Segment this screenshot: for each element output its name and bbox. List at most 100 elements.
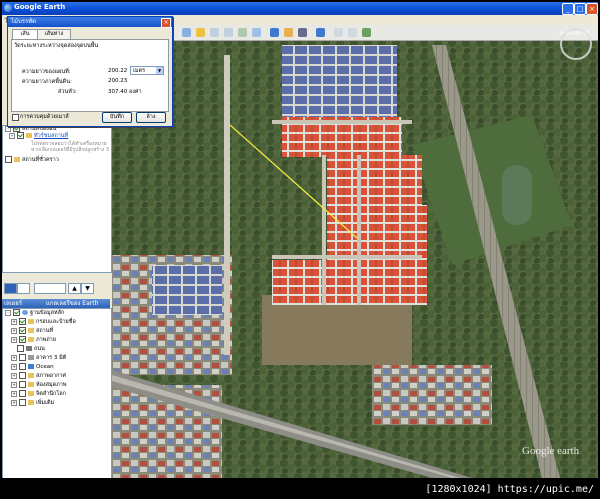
checkbox-icon[interactable] [17,132,24,139]
navigation-compass-icon[interactable] [560,28,592,60]
folder-icon [28,337,34,342]
expand-icon[interactable]: + [11,336,17,343]
image-overlay-icon[interactable] [238,28,247,37]
layer-row[interactable]: + อาคาร 3 มิติ [11,354,66,362]
checkbox-icon[interactable] [13,309,20,316]
resolution-watermark: [1280x1024] https://upic.me/ [0,480,600,499]
move-up-icon[interactable]: ▲ [68,283,81,294]
checkbox-icon[interactable] [19,354,26,361]
path-icon[interactable] [224,28,233,37]
ground-length-label: ความยาวภาคพื้นดิน: [22,79,72,85]
search-panel-icon[interactable] [4,283,17,294]
expand-icon[interactable]: + [11,327,17,334]
expand-icon[interactable]: + [11,372,17,379]
expand-icon[interactable]: + [9,132,15,139]
map-view[interactable] [112,25,598,478]
mouse-navigation-label: การควบคุมด้วยเมาส์ [20,114,69,120]
checkbox-icon[interactable] [19,381,26,388]
checkbox-icon[interactable] [19,318,26,325]
layer-row[interactable]: + ห้องสมุดภาพ [11,381,67,389]
close-window-button[interactable]: × [586,3,598,15]
checkbox-icon[interactable] [19,399,26,406]
unit-select-value: เมตร [133,68,146,74]
view-in-maps-icon[interactable] [362,28,371,37]
checkbox-icon[interactable] [17,345,24,352]
folder-icon [28,391,34,396]
window-title: Google Earth [14,3,66,11]
expand-icon[interactable]: + [11,390,17,397]
sun-icon[interactable] [284,28,293,37]
mouse-navigation-checkbox[interactable] [12,114,19,121]
layer-label: อาคาร 3 มิติ [36,355,67,361]
unit-select[interactable]: เมตร ▼ [130,66,164,75]
polygon-icon[interactable] [210,28,219,37]
layer-row[interactable]: + ภาพถ่าย [11,336,56,344]
checkbox-icon[interactable] [19,390,26,397]
layer-label: ฐานข้อมูลหลัก [30,310,65,316]
layer-row[interactable]: ถนน [17,345,45,353]
ruler-description: วัดระยะทางระหว่างจุดสองจุดบนพื้น [14,43,99,49]
layer-row[interactable]: + จิตสำนึกโลก [11,390,66,398]
ruler-dialog-title: ไม้บรรทัด [8,17,172,27]
layer-row[interactable]: + สภาพอากาศ [11,372,66,380]
email-icon[interactable] [334,28,343,37]
layer-row[interactable]: - ฐานข้อมูลหลัก [5,309,64,317]
layer-label: จิตสำนึกโลก [36,391,66,397]
globe-icon [22,310,28,315]
satellite-imagery[interactable] [112,25,598,478]
record-tour-icon[interactable] [252,28,261,37]
layers-tab-label[interactable]: เลเยอร์ [4,300,22,307]
places-label: ทัวร์ชมสถานที่ [34,133,69,139]
google-earth-window: Google Earth _ □ × ไฟ -สถานที่ของฉัน +ทั… [2,2,598,478]
hide-sidebar-icon[interactable] [182,28,191,37]
expand-icon[interactable]: + [11,363,17,370]
layer-label: สภาพอากาศ [36,373,66,379]
clear-button[interactable]: ล้าง [136,112,166,123]
places-row-tour[interactable]: + ทัวร์ชมสถานที่ [9,132,68,140]
checkbox-icon[interactable] [19,363,26,370]
checkbox-icon[interactable] [19,336,26,343]
layers-header[interactable]: เลเยอร์ แกลเลอรีของ Earth [2,299,110,308]
earth-gallery-label[interactable]: แกลเลอรีของ Earth [46,299,98,308]
layer-row[interactable]: + สถานที่ [11,327,53,335]
tab-path[interactable]: เส้นทาง [37,29,71,39]
print-icon[interactable] [348,28,357,37]
building-icon [28,355,34,360]
expand-icon[interactable]: + [11,381,17,388]
ruler-icon[interactable] [316,28,325,37]
places-panel: - สถานที่ของฉัน + ทัวร์ชมสถานที่ โปรดตรวจส… [2,125,112,273]
layer-row[interactable]: + กรอบและป้ายชื่อ [11,318,76,326]
expand-icon[interactable]: + [11,318,17,325]
move-down-icon[interactable]: ▼ [81,283,94,294]
layer-label: ถนน [34,346,45,352]
checkbox-icon[interactable] [19,327,26,334]
expand-icon[interactable]: + [11,354,17,361]
google-earth-logo: Google earth [522,445,580,457]
places-row-temporary[interactable]: สถานที่ชั่วคราว [5,156,59,164]
expand-icon[interactable]: - [5,309,11,316]
historical-imagery-icon[interactable] [270,28,279,37]
maximize-button[interactable]: □ [574,3,586,15]
folder-icon [28,328,34,333]
ruler-dialog: ไม้บรรทัด × เส้น เส้นทาง วัดระยะทางระหว่… [7,16,173,127]
placemark-icon[interactable] [196,28,205,37]
folder-icon [28,373,34,378]
chevron-down-icon[interactable]: ▼ [156,67,163,74]
places-note-2: หากเลือกเลเยอร์ที่มีรูปสิ่งปลูกสร้าง 3 [31,147,110,153]
split-view-icon[interactable] [17,283,30,294]
places-label: สถานที่ชั่วคราว [22,157,59,163]
minimize-button[interactable]: _ [562,3,574,15]
checkbox-icon[interactable] [19,372,26,379]
road-icon [26,346,32,351]
layer-row[interactable]: + เพิ่มเติม [11,399,54,407]
layer-label: Ocean [36,364,54,370]
save-button[interactable]: บันทึก [102,112,132,123]
ruler-close-icon[interactable]: × [161,18,171,28]
opacity-slider[interactable] [34,283,66,294]
planets-icon[interactable] [298,28,307,37]
layer-row[interactable]: + Ocean [11,363,54,371]
checkbox-icon[interactable] [5,156,12,163]
expand-icon[interactable]: + [11,399,17,406]
ruler-tab-panel: วัดระยะทางระหว่างจุดสองจุดบนพื้น ความยาว… [11,39,169,112]
layer-label: กรอบและป้ายชื่อ [36,319,76,325]
